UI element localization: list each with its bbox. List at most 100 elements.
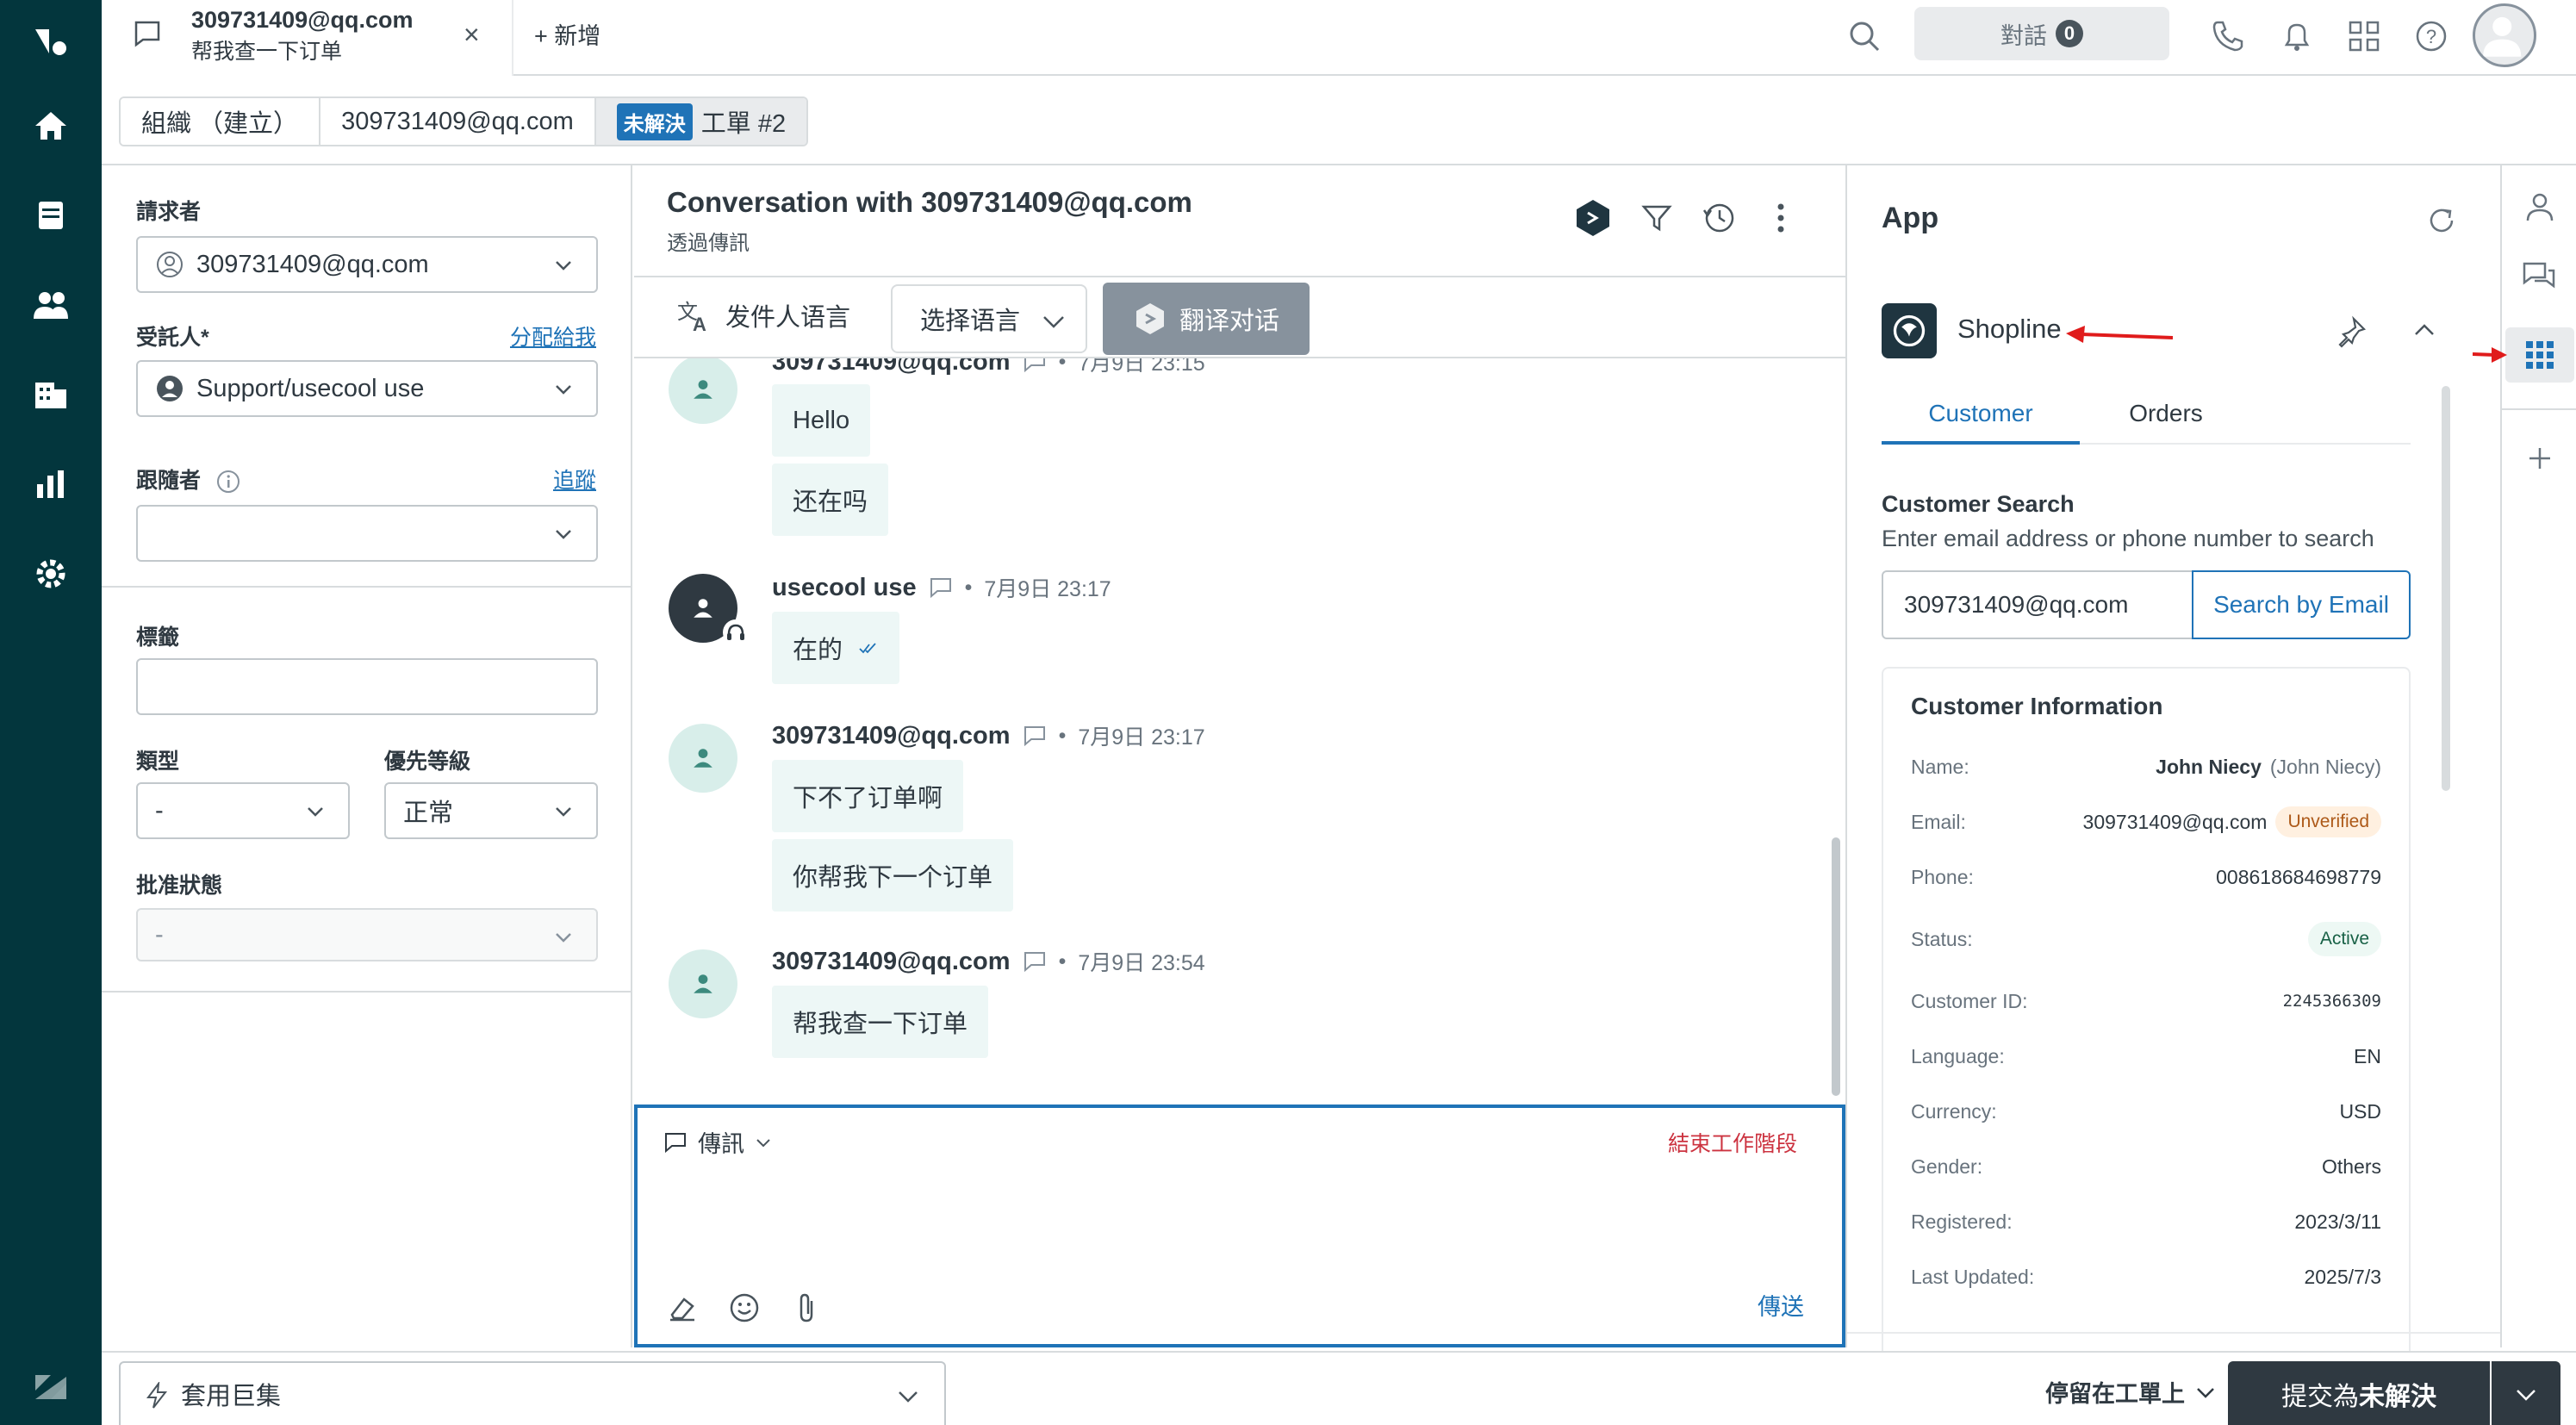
emoji-icon[interactable]: [727, 1291, 762, 1325]
conversations-icon[interactable]: [2521, 258, 2559, 296]
user-avatar[interactable]: [2473, 3, 2536, 67]
history-icon[interactable]: [1699, 198, 1739, 238]
app-tabs: Customer Orders: [1882, 400, 2411, 445]
conversations-button[interactable]: 對話 0: [1914, 7, 2169, 60]
customers-icon[interactable]: [0, 264, 102, 346]
translate-button-label: 翻译对话: [1179, 308, 1279, 335]
priority-select[interactable]: 正常: [384, 782, 598, 839]
customer-search-input[interactable]: 309731409@qq.com: [1882, 570, 2193, 639]
breadcrumb-user[interactable]: 309731409@qq.com: [320, 98, 596, 145]
follow-link[interactable]: 追蹤: [553, 464, 596, 495]
customer-currency: USD: [2339, 1099, 2381, 1123]
translation-app-icon[interactable]: [1573, 198, 1613, 238]
tags-input[interactable]: [136, 658, 598, 715]
end-user-avatar: [669, 724, 737, 793]
author-name: 309731409@qq.com: [772, 947, 1011, 975]
settings-gear-icon[interactable]: [0, 532, 102, 615]
tab-orders[interactable]: Orders: [2080, 400, 2252, 445]
app-panel-scrollbar[interactable]: [2442, 386, 2450, 791]
submit-button[interactable]: 提交為 未解決: [2228, 1361, 2490, 1425]
send-button[interactable]: 傳送: [1758, 1288, 1804, 1322]
eraser-icon[interactable]: [665, 1291, 700, 1325]
shopline-logo: [1882, 303, 1937, 358]
separator-dot: •: [1058, 358, 1067, 374]
message-bubble: 还在吗: [772, 464, 889, 536]
submit-prefix: 提交為: [2281, 1383, 2359, 1411]
channel-selector[interactable]: 傳訊: [663, 1125, 772, 1159]
assignee-label: 受託人*: [136, 326, 209, 350]
annotation-arrow-icon: [2066, 326, 2174, 343]
add-app-plus-icon[interactable]: [2521, 439, 2559, 477]
submit-options-button[interactable]: [2492, 1361, 2560, 1425]
phone-icon[interactable]: [2209, 17, 2247, 55]
separator-dot: •: [1058, 723, 1067, 748]
apply-macro-select[interactable]: 套用巨集: [119, 1361, 946, 1425]
end-session-button[interactable]: 結束工作階段: [1668, 1127, 1797, 1158]
message-composer[interactable]: 傳訊 結束工作階段 傳送: [634, 1105, 1845, 1347]
products-grid-icon[interactable]: [2345, 17, 2383, 55]
info-value: 309731409@qq.com Unverified: [2083, 806, 2381, 837]
filter-icon[interactable]: [1637, 198, 1677, 238]
tags-label: 標籤: [136, 625, 180, 650]
tab-customer[interactable]: Customer: [1882, 400, 2080, 445]
attachment-paperclip-icon[interactable]: [789, 1291, 824, 1325]
close-tab-icon[interactable]: ×: [464, 19, 480, 51]
requester-value: 309731409@qq.com: [196, 250, 429, 278]
priority-label: 優先等級: [384, 750, 471, 774]
message-list: 309731409@qq.com • 7月9日 23:15 Hello 还在吗 …: [634, 358, 1845, 1096]
customer-information-title: Customer Information: [1911, 693, 2163, 719]
breadcrumb-ticket[interactable]: 未解決 工單 #2: [595, 98, 807, 145]
sender-language-label: 发件人语言: [725, 304, 851, 332]
organizations-icon[interactable]: [0, 353, 102, 436]
ticket-tab[interactable]: 309731409@qq.com 帮我查一下订单 ×: [102, 0, 513, 76]
user-profile-icon[interactable]: [2521, 188, 2559, 226]
apps-grid-icon[interactable]: [2521, 336, 2559, 374]
add-tab-button[interactable]: + 新增: [534, 17, 600, 51]
end-user-avatar: [669, 358, 737, 424]
message-author: 309731409@qq.com • 7月9日 23:15: [772, 358, 1205, 377]
status-badge: 未解決: [616, 103, 693, 140]
assign-to-me-link[interactable]: 分配給我: [510, 320, 596, 352]
chevron-down-icon: [556, 530, 571, 539]
language-select[interactable]: 选择语言: [891, 284, 1087, 353]
search-icon[interactable]: [1845, 17, 1883, 55]
zendesk-product-icon[interactable]: [0, 1346, 102, 1425]
message-bubble: 在的: [772, 612, 900, 684]
reporting-icon[interactable]: [0, 443, 102, 526]
info-row-email: Email: 309731409@qq.com Unverified: [1911, 805, 2381, 839]
info-row-status: Status: Active: [1911, 922, 2381, 956]
message-list-scrollbar[interactable]: [1832, 837, 1840, 1096]
zendesk-logo-icon[interactable]: [0, 0, 102, 83]
chevron-down-icon: [556, 933, 571, 943]
stay-on-ticket-select[interactable]: 停留在工單上: [2045, 1375, 2216, 1409]
info-icon[interactable]: [215, 469, 241, 495]
views-icon[interactable]: [0, 174, 102, 257]
chevron-up-icon[interactable]: [2407, 314, 2442, 348]
channel-label: 傳訊: [698, 1131, 744, 1157]
help-icon[interactable]: ?: [2412, 17, 2450, 55]
refresh-icon[interactable]: [2424, 203, 2459, 238]
app-name: Shopline: [1957, 314, 2062, 344]
chevron-down-icon: [556, 807, 571, 817]
ticket-number: 工單 #2: [700, 110, 787, 138]
search-by-email-button[interactable]: Search by Email: [2192, 570, 2411, 639]
more-options-icon[interactable]: [1761, 198, 1801, 238]
notifications-bell-icon[interactable]: [2278, 17, 2316, 55]
app-panel-title: App: [1882, 202, 1939, 234]
assignee-field[interactable]: Support/usecool use: [136, 360, 598, 417]
home-icon[interactable]: [0, 84, 102, 167]
followers-field[interactable]: [136, 505, 598, 562]
breadcrumb-org[interactable]: 組織 （建立）: [121, 98, 321, 145]
annotation-arrow-icon: [2473, 347, 2507, 363]
type-select[interactable]: -: [136, 782, 350, 839]
info-key: Status:: [1911, 927, 1973, 950]
chevron-down-icon: [756, 1138, 770, 1147]
customer-information-card: Customer Information Name: John Niecy (Jo…: [1882, 667, 2411, 1373]
status-badge: Active: [2307, 922, 2381, 956]
sender-language: 文A 发件人语言: [675, 296, 850, 334]
translate-conversation-button[interactable]: 翻译对话: [1103, 283, 1310, 355]
requester-field[interactable]: 309731409@qq.com: [136, 236, 598, 293]
customer-alias: (John Niecy): [2269, 755, 2381, 778]
pin-icon[interactable]: [2335, 314, 2369, 348]
chevron-down-icon: [2517, 1390, 2536, 1401]
